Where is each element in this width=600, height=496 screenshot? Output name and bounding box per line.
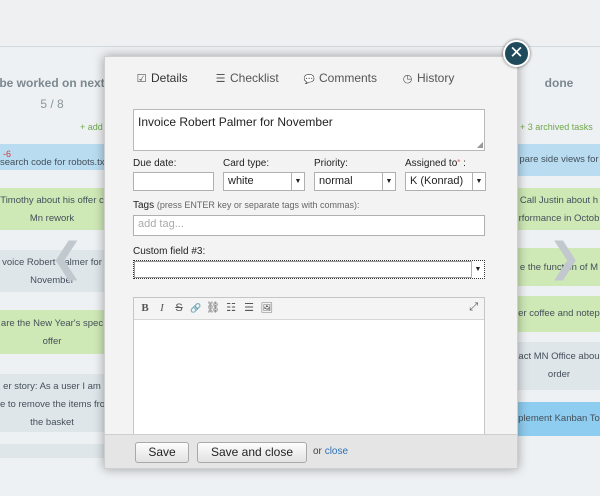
card-text: offer [42, 336, 62, 347]
tab-label: Details [151, 71, 188, 85]
unlink-icon[interactable]: ⛓ [206, 301, 220, 316]
required-marker: * [457, 158, 461, 167]
tab-details[interactable]: ☑ Details [135, 71, 188, 85]
previous-arrow-icon[interactable]: ❮ [50, 238, 84, 278]
expand-icon[interactable]: ⤢ [469, 301, 478, 314]
bulleted-list-icon[interactable]: ☷ [224, 301, 238, 316]
tags-label: Tags (press ENTER key or separate tags w… [133, 200, 360, 211]
task-card[interactable]: pare side views for [518, 144, 600, 176]
editor-content-area[interactable] [134, 320, 484, 434]
card-type-select[interactable]: white ▼ [223, 172, 305, 191]
column-title: done [544, 76, 574, 90]
card-text: are the New Year's spec [0, 318, 104, 329]
tags-placeholder: add tag... [138, 218, 184, 230]
save-and-close-button[interactable]: Save and close [197, 442, 307, 463]
task-card[interactable]: er story: As a user I am e to remove the… [0, 374, 104, 432]
card-text: search code for robots.txt [0, 157, 104, 168]
board-header-band [0, 0, 600, 47]
tab-checklist[interactable]: ☰ Checklist [214, 71, 279, 85]
card-edit-modal: ☑ Details ☰ Checklist 💬 Comments ◷ History I… [104, 56, 518, 469]
modal-tabs: ☑ Details ☰ Checklist 💬 Comments ◷ History [133, 71, 497, 91]
add-task-link[interactable]: + add [80, 122, 103, 132]
description-editor[interactable]: B I S 🔗 ⛓ ☷ ☰ 🖼 ⤢ [133, 297, 485, 435]
card-text: Mn rework [29, 213, 75, 224]
tab-comments[interactable]: 💬 Comments [303, 71, 377, 85]
card-title-textarea[interactable]: Invoice Robert Palmer for November ◢ [133, 109, 485, 151]
tab-label: History [417, 71, 455, 85]
close-link[interactable]: close [325, 446, 348, 457]
save-button[interactable]: Save [135, 442, 189, 463]
task-card[interactable]: are the New Year's spec offer [0, 310, 104, 354]
card-text: plement Kanban To [518, 413, 600, 424]
priority-label: Priority: [314, 158, 348, 169]
italic-icon[interactable]: I [155, 301, 169, 316]
card-text: the basket [30, 417, 74, 428]
tab-history[interactable]: ◷ History [401, 71, 455, 85]
numbered-list-icon[interactable]: ☰ [242, 301, 256, 316]
card-text: Timothy about his offer c [0, 195, 104, 206]
card-text: Call Justin about h [519, 195, 599, 206]
task-card[interactable]: plement Kanban To [518, 402, 600, 436]
task-card[interactable] [0, 444, 104, 458]
chevron-down-icon: ▼ [471, 261, 484, 278]
card-type-value: white [228, 175, 254, 187]
card-text: er story: As a user I am [3, 381, 101, 392]
strikethrough-icon[interactable]: S [172, 301, 186, 316]
list-icon: ☰ [215, 73, 226, 85]
close-modal-button[interactable]: ✕ [503, 40, 530, 67]
or-text: or close [313, 446, 349, 457]
clock-icon: ◷ [402, 73, 413, 85]
chevron-down-icon: ▼ [291, 173, 304, 190]
task-card[interactable]: act MN Office abou order [518, 342, 600, 390]
custom-field-select[interactable]: ▼ [133, 260, 485, 279]
due-date-input[interactable] [133, 172, 214, 191]
assigned-to-select[interactable]: K (Konrad) ▼ [405, 172, 486, 191]
column-count: 5 / 8 [40, 97, 64, 111]
comment-bubble-icon: 💬 [303, 74, 316, 84]
card-text: rformance in Octob [518, 213, 600, 224]
checkbox-icon: ☑ [136, 73, 147, 85]
bold-icon[interactable]: B [138, 301, 152, 316]
link-icon[interactable]: 🔗 [189, 301, 203, 316]
card-type-label: Card type: [223, 158, 270, 169]
card-text: act MN Office abou [518, 351, 600, 362]
priority-value: normal [319, 175, 353, 187]
card-text: order [547, 369, 571, 380]
tab-label: Comments [319, 71, 378, 85]
tab-label: Checklist [230, 71, 279, 85]
priority-select[interactable]: normal ▼ [314, 172, 396, 191]
resize-grip-icon[interactable]: ◢ [477, 141, 483, 149]
task-card[interactable]: er coffee and notep [518, 296, 600, 332]
card-title-text: Invoice Robert Palmer for November [138, 115, 333, 129]
task-card[interactable]: -6 search code for robots.txt [0, 144, 104, 170]
next-arrow-icon[interactable]: ❯ [548, 238, 582, 278]
chevron-down-icon: ▼ [382, 173, 395, 190]
assigned-to-label: Assigned to* : [405, 158, 466, 169]
tags-input[interactable]: add tag... [133, 215, 485, 236]
task-card[interactable]: Call Justin about h rformance in Octob [518, 188, 600, 230]
due-date-label: Due date: [133, 158, 177, 169]
card-text: e to remove the items fro [0, 399, 104, 410]
card-text: pare side views for [519, 154, 599, 165]
image-icon[interactable]: 🖼 [260, 301, 274, 316]
assigned-to-value: K (Konrad) [410, 175, 464, 187]
tags-hint: (press ENTER key or separate tags with c… [156, 200, 360, 210]
task-card[interactable]: Timothy about his offer c Mn rework [0, 188, 104, 230]
custom-field-label: Custom field #3: [133, 246, 206, 257]
chevron-down-icon: ▼ [472, 173, 485, 190]
archived-tasks-link[interactable]: + 3 archived tasks [520, 122, 593, 132]
editor-toolbar: B I S 🔗 ⛓ ☷ ☰ 🖼 ⤢ [134, 298, 484, 320]
card-text: er coffee and notep [518, 308, 600, 319]
modal-footer: Save Save and close or close [105, 434, 517, 468]
